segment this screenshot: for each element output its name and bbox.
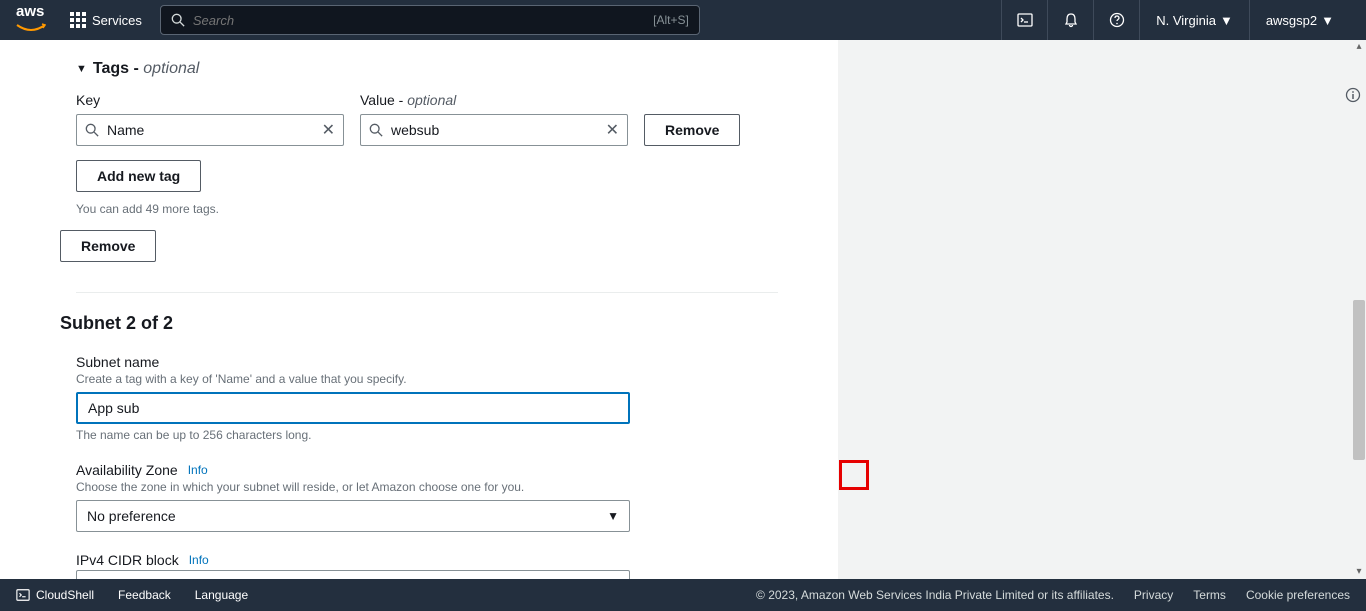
tags-remaining-hint: You can add 49 more tags. xyxy=(76,202,778,216)
tags-optional-label: optional xyxy=(143,60,199,77)
add-new-tag-button[interactable]: Add new tag xyxy=(76,160,201,192)
search-shortcut-hint: [Alt+S] xyxy=(653,13,689,27)
remove-subnet-button[interactable]: Remove xyxy=(60,230,156,262)
highlight-box xyxy=(839,460,869,490)
az-label: Availability Zone xyxy=(76,462,178,478)
tags-expander[interactable]: ▼ Tags - optional xyxy=(76,60,778,78)
clear-icon[interactable]: ✕ xyxy=(606,120,619,140)
subnet-section-title: Subnet 2 of 2 xyxy=(60,313,778,334)
cloudshell-label: CloudShell xyxy=(36,588,94,602)
copyright-text: © 2023, Amazon Web Services India Privat… xyxy=(756,588,1114,602)
side-panel: ▴ ▾ xyxy=(838,40,1366,579)
language-selector[interactable]: Language xyxy=(195,588,248,602)
services-grid-icon xyxy=(70,12,86,28)
cloudshell-footer-button[interactable]: CloudShell xyxy=(16,588,94,602)
account-label: awsgsp2 xyxy=(1266,13,1317,28)
tag-key-input[interactable] xyxy=(107,122,313,138)
aws-logo[interactable]: aws xyxy=(16,3,46,38)
chevron-down-icon: ▼ xyxy=(76,63,87,75)
region-label: N. Virginia xyxy=(1156,13,1216,28)
scroll-down-arrow[interactable]: ▾ xyxy=(1352,565,1366,579)
chevron-down-icon: ▼ xyxy=(607,509,619,523)
info-icon xyxy=(1345,87,1361,103)
bell-icon xyxy=(1063,12,1079,28)
info-panel-toggle[interactable] xyxy=(1340,80,1366,110)
account-menu[interactable]: awsgsp2 ▼ xyxy=(1249,0,1350,40)
scrollbar[interactable]: ▴ ▾ xyxy=(1352,40,1366,579)
privacy-link[interactable]: Privacy xyxy=(1134,588,1173,602)
cidr-input-wrapper xyxy=(76,570,630,579)
cloudshell-icon xyxy=(16,588,30,602)
cidr-label: IPv4 CIDR block xyxy=(76,552,179,568)
form-panel: ▼ Tags - optional Key Value - optional ✕… xyxy=(0,40,838,579)
az-info-link[interactable]: Info xyxy=(188,463,208,477)
cloudshell-header-button[interactable] xyxy=(1001,0,1047,40)
terms-link[interactable]: Terms xyxy=(1193,588,1226,602)
aws-footer: CloudShell Feedback Language © 2023, Ama… xyxy=(0,579,1366,611)
global-search[interactable]: [Alt+S] xyxy=(160,5,700,35)
region-selector[interactable]: N. Virginia ▼ xyxy=(1139,0,1249,40)
notifications-button[interactable] xyxy=(1047,0,1093,40)
tag-value-input[interactable] xyxy=(391,122,597,138)
help-button[interactable] xyxy=(1093,0,1139,40)
search-icon xyxy=(171,13,185,27)
tag-value-optional-label: optional xyxy=(407,92,456,108)
search-input[interactable] xyxy=(193,13,653,28)
section-divider xyxy=(76,292,778,293)
cookie-preferences-link[interactable]: Cookie preferences xyxy=(1246,588,1350,602)
tag-key-input-wrapper: ✕ xyxy=(76,114,344,146)
az-select[interactable]: No preference ▼ xyxy=(76,500,630,532)
main-content: ▼ Tags - optional Key Value - optional ✕… xyxy=(0,40,1366,579)
clear-icon[interactable]: ✕ xyxy=(322,120,335,140)
subnet-name-desc: Create a tag with a key of 'Name' and a … xyxy=(76,372,778,386)
subnet-name-hint: The name can be up to 256 characters lon… xyxy=(76,428,778,442)
az-selected-value: No preference xyxy=(87,508,176,524)
tags-label: Tags - xyxy=(93,60,143,77)
scroll-thumb[interactable] xyxy=(1353,300,1365,460)
services-label: Services xyxy=(92,13,142,28)
region-caret-icon: ▼ xyxy=(1220,13,1233,28)
feedback-link[interactable]: Feedback xyxy=(118,588,171,602)
az-desc: Choose the zone in which your subnet wil… xyxy=(76,480,778,494)
tag-value-input-wrapper: ✕ xyxy=(360,114,628,146)
services-menu-button[interactable]: Services xyxy=(62,6,150,34)
scroll-up-arrow[interactable]: ▴ xyxy=(1352,40,1366,54)
search-icon xyxy=(369,123,383,137)
tag-key-column-label: Key xyxy=(76,92,344,108)
cidr-info-link[interactable]: Info xyxy=(189,553,209,567)
subnet-name-input[interactable] xyxy=(76,392,630,424)
subnet-name-label: Subnet name xyxy=(76,354,778,370)
remove-tag-button[interactable]: Remove xyxy=(644,114,740,146)
aws-header: aws Services [Alt+S] N. Virginia ▼ awsgs… xyxy=(0,0,1366,40)
tag-value-column-label: Value - xyxy=(360,92,407,108)
cloudshell-icon xyxy=(1017,12,1033,28)
search-icon xyxy=(85,123,99,137)
help-icon xyxy=(1109,12,1125,28)
account-caret-icon: ▼ xyxy=(1321,13,1334,28)
